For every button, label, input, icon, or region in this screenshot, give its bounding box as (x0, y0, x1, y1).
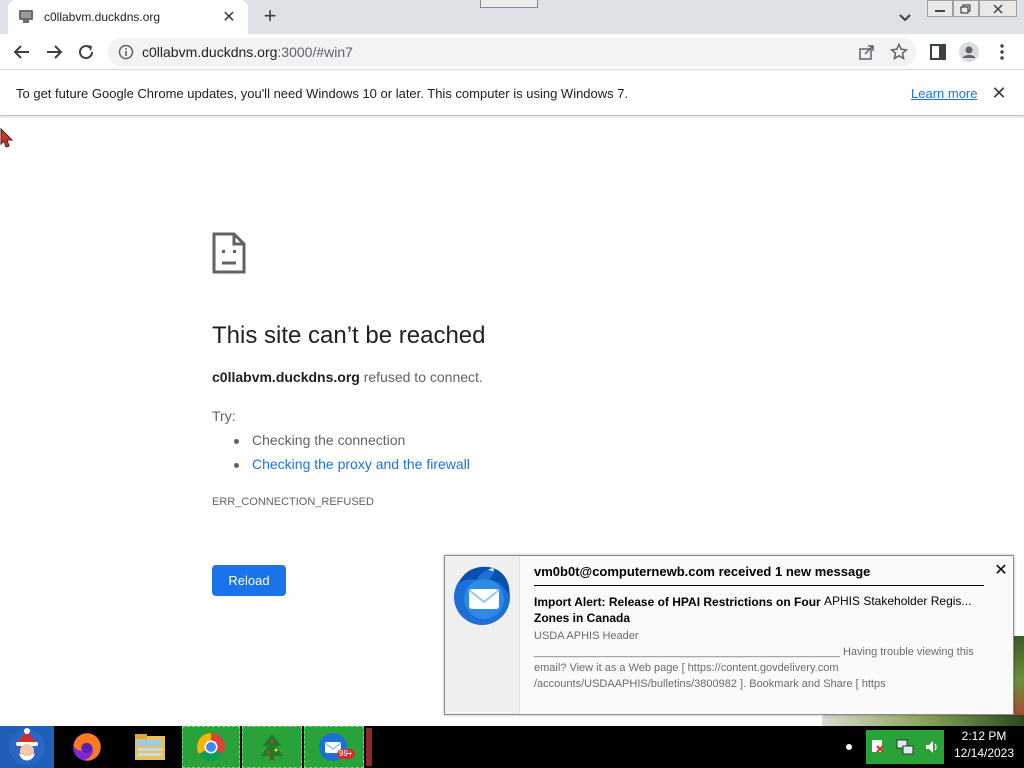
address-bar[interactable]: c0llabvm.duckdns.org:3000/#win7 (108, 38, 916, 66)
url-host: c0llabvm.duckdns.org (142, 44, 278, 60)
volume-icon[interactable] (924, 738, 940, 756)
browser-toolbar: c0llabvm.duckdns.org:3000/#win7 (0, 34, 1024, 70)
site-info-icon[interactable] (118, 44, 134, 60)
reload-toolbar-button[interactable] (74, 40, 98, 64)
thunderbird-icon (454, 566, 510, 625)
action-center-flag-icon[interactable] (870, 738, 886, 756)
error-description: c0llabvm.duckdns.org refused to connect. (212, 369, 483, 385)
system-tray (866, 730, 944, 764)
tab-search-chevron-icon[interactable] (896, 8, 914, 26)
error-host: c0llabvm.duckdns.org (212, 369, 360, 385)
clock-date: 12/14/2023 (953, 746, 1015, 760)
error-refused-text: refused to connect. (359, 369, 483, 385)
back-arrow-icon (13, 45, 29, 59)
tab-title: c0llabvm.duckdns.org (44, 10, 161, 24)
notification-icon-area (445, 556, 519, 714)
profile-button[interactable] (959, 42, 979, 62)
taskbar-chrome[interactable] (182, 726, 240, 768)
infobar-message: To get future Google Chrome updates, you… (16, 86, 629, 101)
monitor-favicon-icon (18, 10, 34, 24)
tray-dot (846, 744, 852, 750)
tab-active[interactable]: c0llabvm.duckdns.org ✕ (8, 0, 248, 34)
refresh-icon (79, 45, 94, 60)
suggestion-proxy-link[interactable]: Checking the proxy and the firewall (252, 456, 470, 472)
suggestion-item-proxy: Checking the proxy and the firewall (212, 456, 470, 480)
clock-time: 2:12 PM (961, 729, 1007, 743)
url-path: :3000/#win7 (277, 44, 353, 60)
notification-header: vm0b0t@computernewb.com received 1 new m… (534, 564, 871, 579)
try-label: Try: (212, 408, 236, 424)
drag-handle[interactable] (480, 0, 538, 8)
learn-more-link[interactable]: Learn more (911, 86, 977, 101)
notification-close-icon[interactable]: ✕ (993, 563, 1009, 579)
mouse-cursor-icon (0, 128, 14, 148)
forward-button[interactable] (42, 40, 66, 64)
error-title: This site can’t be reached (212, 322, 486, 349)
back-button[interactable] (10, 40, 34, 64)
taskbar-tree-app[interactable] (242, 726, 302, 768)
chrome-icon (197, 733, 225, 761)
tab-strip: c0llabvm.duckdns.org ✕ + (0, 0, 1024, 34)
santa-start-icon (9, 728, 45, 765)
side-panel-icon (930, 44, 946, 60)
folder-icon (135, 734, 165, 760)
taskbar-firefox[interactable] (66, 726, 108, 768)
bookmark-star-icon[interactable] (889, 42, 909, 61)
suggestion-list: Checking the connection Checking the pro… (212, 432, 470, 480)
new-tab-button[interactable]: + (258, 5, 282, 29)
preview-line-1: USDA APHIS Header (534, 630, 639, 642)
message-subject: Import Alert: Release of HPAI Restrictio… (534, 595, 821, 625)
side-panel-button[interactable] (928, 42, 948, 62)
minimize-button[interactable] (927, 0, 953, 17)
update-infobar: To get future Google Chrome updates, you… (0, 71, 1024, 116)
christmas-tree-icon (261, 734, 283, 760)
restore-button[interactable] (953, 0, 979, 17)
unread-badge: 99+ (337, 749, 355, 759)
sad-page-icon (212, 232, 246, 274)
mail-notification[interactable]: vm0b0t@computernewb.com received 1 new m… (444, 555, 1014, 715)
notification-divider (534, 585, 984, 586)
taskbar-thunderbird[interactable]: 99+ (304, 726, 364, 768)
firefox-icon (73, 733, 101, 761)
chrome-menu-button[interactable] (992, 42, 1012, 62)
taskbar-clock[interactable]: 2:12 PM 12/14/2023 (944, 728, 1024, 766)
suggestion-check-connection: Checking the connection (212, 432, 470, 456)
url-text: c0llabvm.duckdns.org:3000/#win7 (142, 44, 353, 60)
error-code: ERR_CONNECTION_REFUSED (212, 496, 374, 508)
taskbar-separator (366, 728, 372, 766)
notification-body: vm0b0t@computernewb.com received 1 new m… (519, 556, 1013, 714)
infobar-close-icon[interactable]: ✕ (990, 84, 1008, 102)
network-icon[interactable] (895, 738, 915, 756)
start-button[interactable] (0, 726, 54, 768)
taskbar-explorer[interactable] (128, 726, 172, 768)
profile-avatar-icon (959, 42, 979, 62)
desktop-background (1013, 636, 1024, 726)
message-sender: APHIS Stakeholder Regis... (824, 594, 972, 608)
forward-arrow-icon (47, 45, 63, 59)
share-icon[interactable] (858, 43, 876, 61)
taskbar: 99+ 2:12 PM 12/14/2023 (0, 726, 1024, 768)
message-preview: USDA APHIS Header ______________________… (534, 628, 1004, 692)
preview-line-2: ________________________________________… (534, 646, 974, 690)
desktop-background-strip (822, 715, 1024, 726)
close-window-button[interactable] (979, 0, 1017, 17)
tab-close-icon[interactable]: ✕ (220, 8, 238, 26)
kebab-menu-icon (1000, 44, 1004, 60)
reload-button[interactable]: Reload (212, 565, 286, 596)
